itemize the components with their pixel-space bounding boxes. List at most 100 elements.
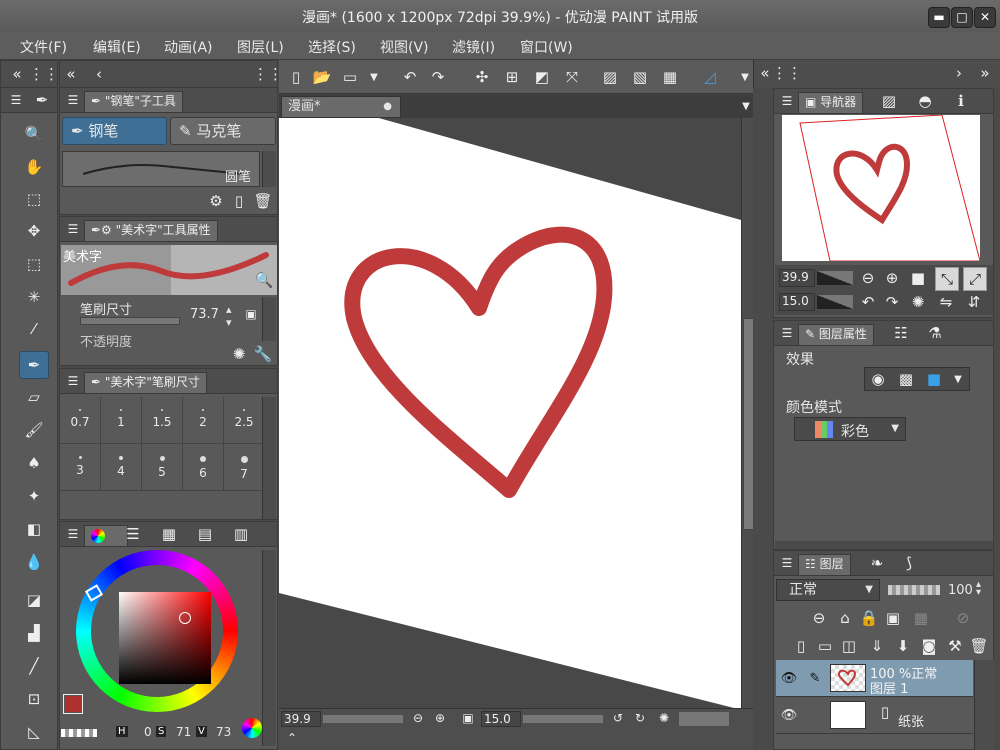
brush-tool-icon[interactable]: 🖌 [23,419,45,441]
operation-tool-icon[interactable]: ⬚ [23,188,45,210]
navigator-zoom-out-icon[interactable]: ⊖ [857,267,879,289]
frame-tool-icon[interactable]: ⊡ [23,688,45,710]
tab-layers[interactable]: ☷ 图层 [798,554,851,575]
menu-lines-icon[interactable]: ☰ [62,89,84,111]
brush-preview[interactable]: 圆笔 [62,151,260,187]
canvas-paper[interactable] [279,118,741,708]
layer-search-tab-icon[interactable]: ☷ [890,322,912,344]
save-dropdown-icon[interactable]: ▼ [363,66,385,88]
eraser-icon[interactable]: ▱ [23,386,45,408]
subview-tab-icon[interactable]: ▨ [878,90,900,112]
navigator-reset-rotate-icon[interactable]: ✺ [907,291,929,313]
s-value[interactable]: 71 [176,725,191,739]
layers-scrollbar[interactable] [974,660,994,750]
zoom-out-icon[interactable]: ⊖ [407,707,429,729]
ruler-snap-icon[interactable]: ◿ [699,66,721,88]
tab-pen-subtool[interactable]: ✒ "钢笔"子工具 [84,91,183,112]
expand-panel-icon[interactable]: ⌃ [281,727,303,749]
fit-screen-icon[interactable]: ▣ [457,707,479,729]
color-mode-dropdown[interactable]: 彩色 ▼ [794,417,906,441]
collapse-left-icon[interactable]: « [6,63,28,85]
main-color-swatch[interactable] [63,694,83,714]
user-info-tab-icon[interactable]: ℹ [950,90,972,112]
blend-tool-icon[interactable]: ♠ [23,452,45,474]
h-value[interactable]: 0 [144,725,152,739]
minimize-button[interactable]: ▬ [928,7,950,28]
brush-size-preset[interactable]: 6 [183,444,224,491]
menu-file[interactable]: 文件(F) [20,37,67,57]
sv-marker[interactable] [179,612,191,624]
pen-nib-icon[interactable]: ✒ [31,89,53,111]
color-slider-tab-icon[interactable]: ☰ [122,523,144,545]
new-raster-layer-icon[interactable]: ▯ [790,635,812,657]
expand-right-icon[interactable]: » [974,62,996,84]
brush-size-slider[interactable] [80,317,180,325]
layer-color-icon[interactable]: ■ [923,368,945,390]
canvas-horizontal-scrollbar[interactable] [679,712,729,726]
effect-dropdown-icon[interactable]: ▼ [947,368,969,390]
saturation-value-square[interactable] [119,592,211,684]
clear-icon[interactable]: ✣ [471,66,493,88]
brush-size-preset[interactable]: 7 [224,444,265,491]
menu-select[interactable]: 选择(S) [308,37,356,57]
hide-selection-icon[interactable]: ▨ [599,66,621,88]
clipping-icon[interactable]: ⊖ [808,607,830,629]
tab-dropdown-icon[interactable]: ▼ [735,95,757,117]
brush-size-preset[interactable]: 4 [101,444,142,491]
navigator-fit-window-icon[interactable]: ⤡ [935,267,959,291]
menu-lines-icon[interactable]: ☰ [776,322,798,344]
rotate-left-icon[interactable]: ↺ [607,707,629,729]
auto-action-tab-icon[interactable]: ⚗ [924,322,946,344]
move-layer-icon[interactable]: ✥ [23,220,45,242]
menu-lines-icon[interactable]: ☰ [62,218,84,240]
navigator-zoom-field[interactable]: 39.9 [779,269,815,287]
menu-lines-icon[interactable]: ☰ [5,89,27,111]
hand-tool-icon[interactable]: ✋ [23,156,45,178]
reference-layer-icon[interactable]: ⌂ [834,607,856,629]
settings-icon[interactable]: ⚙ [205,190,227,212]
menu-window[interactable]: 窗口(W) [520,37,573,57]
selection-tool-icon[interactable]: ⬚ [23,253,45,275]
close-tab-icon[interactable]: ● [383,97,392,117]
ruler-enable-icon[interactable]: ⊘ [952,607,974,629]
brush-size-preset[interactable]: 1 [101,397,142,444]
fill-bucket-icon[interactable]: ◪ [23,589,45,611]
save-icon[interactable]: ▭ [339,66,361,88]
navigator-rotate-right-icon[interactable]: ↷ [881,291,903,313]
brush-size-preset[interactable]: 2 [183,397,224,444]
chevron-right-icon[interactable]: › [948,62,970,84]
gradient-icon[interactable]: ▟ [23,622,45,644]
tab-tool-property[interactable]: ✒⚙ "美术字"工具属性 [84,220,218,241]
brush-size-preset[interactable]: 5 [142,444,183,491]
zoom-slider[interactable] [323,715,403,723]
brush-size-preset[interactable]: 1.5 [142,397,183,444]
merge-down-icon[interactable]: ⬇ [892,635,914,657]
brush-size-preset[interactable]: 3 [60,444,101,491]
color-scrollbar[interactable] [262,550,276,746]
apply-mask-icon[interactable]: ⚒ [944,635,966,657]
brush-size-preset[interactable]: 0.7 [60,397,101,444]
approx-color-tab-icon[interactable]: ▥ [230,523,252,545]
opacity-stepper[interactable]: ▴ ▾ [976,580,981,598]
navigator-flip-h-icon[interactable]: ⇋ [935,291,957,313]
angle-field[interactable]: 15.0 [481,711,521,727]
transfer-down-icon[interactable]: ⇓ [866,635,888,657]
navigator-preview[interactable] [782,115,980,261]
brush-size-preset[interactable]: 2.5 [224,397,265,444]
menu-layer[interactable]: 图层(L) [237,37,284,57]
blend-mode-dropdown[interactable]: 正常 ▼ [776,579,880,601]
water-drop-icon[interactable]: 💧 [23,551,45,573]
magic-wand-icon[interactable]: ✳ [23,286,45,308]
new-page-icon[interactable]: ▯ [228,190,250,212]
create-mask-icon[interactable]: ◙ [918,635,940,657]
close-button[interactable]: ✕ [974,7,996,28]
new-file-icon[interactable]: ▯ [285,66,307,88]
menu-filter[interactable]: 滤镜(I) [452,37,495,57]
brush-size-stepper[interactable]: ▴ ▾ [226,303,232,329]
menu-lines-icon[interactable]: ☰ [776,552,798,574]
line-tool-icon[interactable]: ╱ [23,655,45,677]
brush-size-value[interactable]: 73.7 [190,307,219,322]
open-file-icon[interactable]: 📂 [311,66,333,88]
animation-cels-tab-icon[interactable]: ❧ [866,552,888,574]
snap-icon[interactable]: ▧ [629,66,651,88]
